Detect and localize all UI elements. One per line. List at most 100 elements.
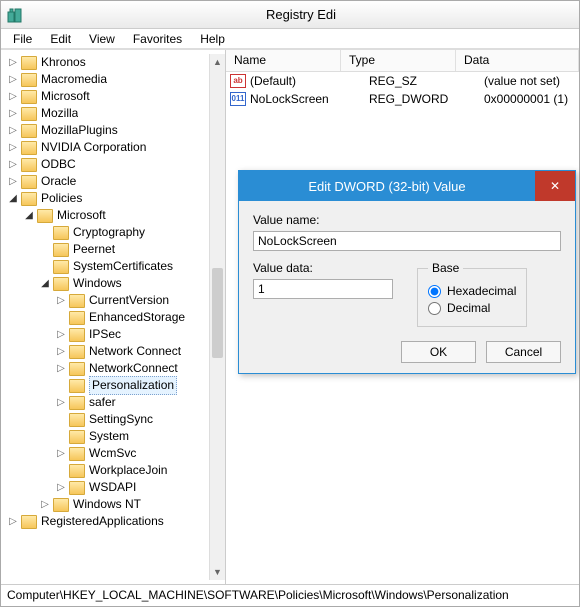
scroll-up-icon[interactable]: ▲ xyxy=(210,54,225,70)
tree-item-settingsync[interactable]: ▷SettingSync xyxy=(1,411,209,428)
expand-right-icon[interactable]: ▷ xyxy=(7,105,19,122)
tree-item-workplacejoin[interactable]: ▷WorkplaceJoin xyxy=(1,462,209,479)
expand-down-icon[interactable]: ◢ xyxy=(23,207,35,224)
expand-right-icon[interactable]: ▷ xyxy=(55,445,67,462)
column-type[interactable]: Type xyxy=(341,50,456,71)
menu-file[interactable]: File xyxy=(5,30,40,48)
tree-item-policies[interactable]: ◢ Policies xyxy=(1,190,209,207)
cancel-button[interactable]: Cancel xyxy=(486,341,561,363)
expand-right-icon[interactable]: ▷ xyxy=(55,479,67,496)
tree-item-windows-nt[interactable]: ▷Windows NT xyxy=(1,496,209,513)
list-row[interactable]: ab(Default)REG_SZ(value not set) xyxy=(226,72,579,90)
folder-icon xyxy=(69,430,85,444)
dialog-title: Edit DWORD (32-bit) Value xyxy=(239,179,535,194)
expand-right-icon[interactable]: ▷ xyxy=(7,173,19,190)
tree-item-windows[interactable]: ◢ Windows xyxy=(1,275,209,292)
app-icon xyxy=(7,7,23,23)
menu-view[interactable]: View xyxy=(81,30,123,48)
dialog-titlebar[interactable]: Edit DWORD (32-bit) Value ✕ xyxy=(239,171,575,201)
tree-item-odbc[interactable]: ▷ODBC xyxy=(1,156,209,173)
expand-right-icon[interactable]: ▷ xyxy=(7,513,19,530)
value-data-input[interactable] xyxy=(253,279,393,299)
tree-item-wcmsvc[interactable]: ▷ WcmSvc xyxy=(1,445,209,462)
tree-pane: ▷Khronos▷Macromedia▷Microsoft▷Mozilla▷Mo… xyxy=(1,50,226,584)
decimal-radio[interactable] xyxy=(428,302,441,315)
tree-item-label: IPSec xyxy=(89,326,121,343)
tree-item-cryptography[interactable]: ▷Cryptography xyxy=(1,224,209,241)
menu-favorites[interactable]: Favorites xyxy=(125,30,190,48)
tree-item-label: Network Connect xyxy=(89,343,181,360)
tree-item-currentversion[interactable]: ▷CurrentVersion xyxy=(1,292,209,309)
base-fieldset: Base Hexadecimal Decimal xyxy=(417,261,527,327)
expand-right-icon[interactable]: ▷ xyxy=(55,360,67,377)
tree-item-registeredapplications[interactable]: ▷RegisteredApplications xyxy=(1,513,209,530)
column-name[interactable]: Name xyxy=(226,50,341,71)
ok-button[interactable]: OK xyxy=(401,341,476,363)
expand-right-icon[interactable]: ▷ xyxy=(55,394,67,411)
folder-icon xyxy=(69,396,85,410)
expand-right-icon[interactable]: ▷ xyxy=(7,71,19,88)
tree-item-label: Khronos xyxy=(41,54,86,71)
tree-item-systemcertificates[interactable]: ▷SystemCertificates xyxy=(1,258,209,275)
close-button[interactable]: ✕ xyxy=(535,171,575,201)
tree-item-macromedia[interactable]: ▷Macromedia xyxy=(1,71,209,88)
tree-item-microsoft[interactable]: ◢ Microsoft xyxy=(1,207,209,224)
tree-item-enhancedstorage[interactable]: ▷EnhancedStorage xyxy=(1,309,209,326)
list-row[interactable]: 011NoLockScreenREG_DWORD0x00000001 (1) xyxy=(226,90,579,108)
menu-bar: File Edit View Favorites Help xyxy=(1,29,579,49)
folder-icon xyxy=(21,107,37,121)
tree-item-label: WorkplaceJoin xyxy=(89,462,167,479)
tree-item-microsoft[interactable]: ▷Microsoft xyxy=(1,88,209,105)
folder-icon xyxy=(21,141,37,155)
tree-item-label: WcmSvc xyxy=(89,445,136,462)
tree-item-mozillaplugins[interactable]: ▷MozillaPlugins xyxy=(1,122,209,139)
expand-down-icon[interactable]: ◢ xyxy=(7,190,19,207)
menu-help[interactable]: Help xyxy=(192,30,233,48)
expand-right-icon[interactable]: ▷ xyxy=(7,156,19,173)
expand-right-icon[interactable]: ▷ xyxy=(55,343,67,360)
tree-item-label: NVIDIA Corporation xyxy=(41,139,146,156)
base-legend: Base xyxy=(428,261,463,275)
tree-item-networkconnect[interactable]: ▷NetworkConnect xyxy=(1,360,209,377)
tree-item-khronos[interactable]: ▷ Khronos xyxy=(1,54,209,71)
scroll-down-icon[interactable]: ▼ xyxy=(210,564,225,580)
tree-item-network-connect[interactable]: ▷ Network Connect xyxy=(1,343,209,360)
menu-edit[interactable]: Edit xyxy=(42,30,79,48)
expand-right-icon[interactable]: ▷ xyxy=(39,496,51,513)
expand-right-icon[interactable]: ▷ xyxy=(7,122,19,139)
tree-item-system[interactable]: ▷System xyxy=(1,428,209,445)
decimal-label: Decimal xyxy=(447,301,490,315)
expand-right-icon[interactable]: ▷ xyxy=(7,54,19,71)
expand-right-icon[interactable]: ▷ xyxy=(7,88,19,105)
tree-item-mozilla[interactable]: ▷Mozilla xyxy=(1,105,209,122)
expand-right-icon[interactable]: ▷ xyxy=(55,326,67,343)
folder-icon xyxy=(53,498,69,512)
cell-data: (value not set) xyxy=(476,74,579,88)
tree-item-label: Windows xyxy=(73,275,122,292)
tree-item-wsdapi[interactable]: ▷ WSDAPI xyxy=(1,479,209,496)
tree-item-label: SettingSync xyxy=(89,411,153,428)
expand-down-icon[interactable]: ◢ xyxy=(39,275,51,292)
scrollbar-thumb[interactable] xyxy=(212,268,223,358)
tree-item-oracle[interactable]: ▷Oracle xyxy=(1,173,209,190)
tree-item-personalization[interactable]: ▷Personalization xyxy=(1,377,209,394)
column-data[interactable]: Data xyxy=(456,50,579,71)
hexadecimal-radio[interactable] xyxy=(428,285,441,298)
hexadecimal-label: Hexadecimal xyxy=(447,284,516,298)
tree-item-nvidia-corporation[interactable]: ▷ NVIDIA Corporation xyxy=(1,139,209,156)
folder-icon xyxy=(21,175,37,189)
titlebar: Registry Edi xyxy=(1,1,579,29)
value-name-input[interactable] xyxy=(253,231,561,251)
tree-item-ipsec[interactable]: ▷ IPSec xyxy=(1,326,209,343)
tree-item-peernet[interactable]: ▷Peernet xyxy=(1,241,209,258)
tree-item-label: Peernet xyxy=(73,241,115,258)
expand-right-icon[interactable]: ▷ xyxy=(7,139,19,156)
tree-item-label: WSDAPI xyxy=(89,479,136,496)
expand-right-icon[interactable]: ▷ xyxy=(55,292,67,309)
tree-item-label: Microsoft xyxy=(57,207,106,224)
tree-item-safer[interactable]: ▷safer xyxy=(1,394,209,411)
list-header: Name Type Data xyxy=(226,50,579,72)
tree-item-label: Policies xyxy=(41,190,82,207)
tree-item-label: Cryptography xyxy=(73,224,145,241)
tree-vertical-scrollbar[interactable]: ▲ ▼ xyxy=(209,54,225,580)
